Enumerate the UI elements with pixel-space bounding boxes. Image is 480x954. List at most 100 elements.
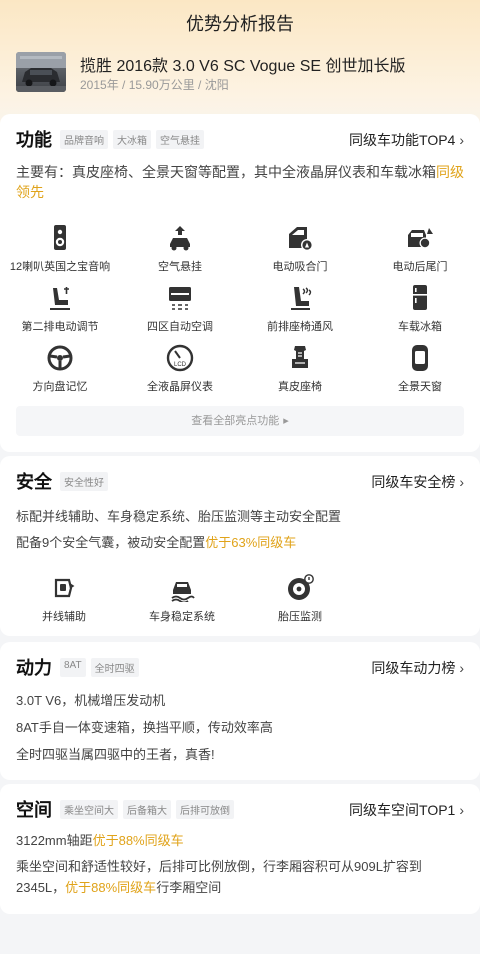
space-highlight: 优于88%同级车 [65, 880, 157, 895]
see-all-features-button[interactable]: 查看全部亮点功能 ▸ [16, 406, 464, 436]
feature-label: 并线辅助 [42, 611, 86, 623]
power-line: 3.0T V6，机械增压发动机 [16, 693, 166, 708]
feature-item[interactable]: 车身稳定系统 [122, 574, 242, 624]
feature-label: 全液晶屏仪表 [147, 381, 213, 393]
space-line-1: 3122mm轴距优于88%同级车 [16, 830, 464, 849]
see-all-label: 查看全部亮点功能 [191, 415, 280, 427]
feature-label: 空气悬挂 [158, 261, 202, 273]
feature-item[interactable]: 并线辅助 [4, 574, 124, 624]
rank-link-label: 同级车空间TOP1 [349, 802, 456, 818]
feature-label: 全景天窗 [398, 381, 442, 393]
safety-line-2: 配备9个安全气囊，被动安全配置优于63%同级车 [16, 532, 464, 551]
function-summary: 主要有：真皮座椅、全景天窗等配置，其中全液晶屏仪表和车载冰箱同级领先 [16, 162, 464, 202]
feature-item[interactable]: 电动吸合门 [240, 224, 360, 274]
feature-label: 12喇叭英国之宝音响 [9, 261, 111, 273]
space-line-text: 行李厢空间 [156, 880, 222, 895]
feature-item[interactable]: 车载冰箱 [360, 284, 480, 334]
chevron-right-icon: › [459, 802, 464, 818]
chevron-right-icon: › [459, 474, 464, 490]
summary-text: 主要有：真皮座椅、全景天窗等配置，其中全液晶屏仪表和车载冰箱 [16, 164, 436, 180]
car-header: 揽胜 2016款 3.0 V6 SC Vogue SE 创世加长版 2015年 … [16, 52, 466, 94]
function-rank-link[interactable]: 同级车功能TOP4 › [349, 130, 464, 150]
feature-label: 胎压监测 [278, 611, 322, 623]
section-title: 空间 [16, 800, 52, 820]
section-title: 功能 [16, 130, 52, 150]
feature-item[interactable]: 胎压监测 [240, 574, 360, 624]
feature-item[interactable]: 第二排电动调节 [0, 284, 120, 334]
feature-item[interactable]: 12喇叭英国之宝音响 [0, 224, 120, 274]
feature-label: 电动后尾门 [392, 261, 448, 273]
fridge-icon [413, 285, 427, 310]
power-rank-link[interactable]: 同级车动力榜 › [371, 658, 464, 678]
feature-item[interactable]: 前排座椅通风 [240, 284, 360, 334]
tag: 大冰箱 [113, 130, 151, 149]
panoramic-roof-icon [412, 345, 428, 371]
tag: 后排可放倒 [176, 800, 234, 819]
seat-ventilation-icon [291, 287, 312, 310]
safety-line-text: 配备9个安全气囊，被动安全配置 [16, 535, 206, 550]
air-suspension-icon [170, 226, 190, 251]
chevron-right-icon: › [459, 132, 464, 148]
tag: 8AT [60, 658, 86, 677]
space-line-2: 乘坐空间和舒适性较好，后排可比例放倒，行李厢容积可从909L扩容到 [16, 859, 422, 874]
leather-seat-icon [292, 346, 308, 368]
power-seat-icon [50, 287, 70, 310]
tag-list: 品牌音响 大冰箱 空气悬挂 [60, 130, 204, 149]
feature-item[interactable]: 方向盘记忆 [0, 344, 120, 394]
feature-item[interactable]: LCD 全液晶屏仪表 [120, 344, 240, 394]
section-title: 动力 [16, 658, 52, 678]
space-line-text: 2345L， [16, 880, 66, 895]
page-title: 优势分析报告 [186, 14, 294, 34]
power-card: 动力 8AT 全时四驱 同级车动力榜 › 3.0T V6，机械增压发动机 8AT手… [0, 642, 480, 780]
feature-label: 前排座椅通风 [267, 321, 333, 333]
safety-rank-link[interactable]: 同级车安全榜 › [371, 472, 464, 492]
stability-control-icon [171, 582, 195, 602]
feature-label: 第二排电动调节 [21, 321, 99, 333]
rank-link-label: 同级车动力榜 [371, 660, 456, 676]
caret-right-icon: ▸ [283, 415, 289, 427]
tag: 品牌音响 [60, 130, 108, 149]
chevron-right-icon: › [459, 660, 464, 676]
feature-label: 车身稳定系统 [149, 611, 215, 623]
space-highlight: 优于88%同级车 [92, 833, 184, 848]
tag: 全时四驱 [90, 658, 139, 677]
tag: 安全性好 [60, 472, 108, 491]
feature-item[interactable]: 四区自动空调 [120, 284, 240, 334]
feature-item[interactable]: 电动后尾门 [360, 224, 480, 274]
power-line: 全时四驱当属四驱中的王者，真香! [16, 747, 215, 762]
space-card-header: 空间 乘坐空间大 后备箱大 后排可放倒 同级车空间TOP1 › [16, 796, 464, 824]
svg-text:LCD: LCD [174, 362, 187, 368]
function-card-header: 功能 品牌音响 大冰箱 空气悬挂 同级车功能TOP4 › [16, 126, 464, 154]
safety-line-1: 标配并线辅助、车身稳定系统、胎压监测等主动安全配置 [16, 509, 342, 524]
lcd-gauge-icon: LCD [166, 344, 194, 372]
safety-card: 安全 安全性好 同级车安全榜 › 标配并线辅助、车身稳定系统、胎压监测等主动安全配… [0, 456, 480, 636]
space-rank-link[interactable]: 同级车空间TOP1 › [349, 800, 464, 820]
tag: 空气悬挂 [156, 130, 204, 149]
feature-item[interactable]: 空气悬挂 [120, 224, 240, 274]
rank-link-label: 同级车安全榜 [371, 474, 456, 490]
feature-label: 真皮座椅 [278, 381, 322, 393]
tag: 后备箱大 [123, 800, 171, 819]
car-thumbnail[interactable] [16, 52, 66, 92]
tag-list: 8AT 全时四驱 [60, 658, 139, 677]
safety-card-header: 安全 安全性好 同级车安全榜 › [16, 468, 464, 496]
space-line-text: 3122mm轴距 [16, 833, 93, 848]
safety-highlight: 优于63%同级车 [205, 535, 297, 550]
power-card-header: 动力 8AT 全时四驱 同级车动力榜 › [16, 654, 464, 682]
space-line-3: 2345L，优于88%同级车行李厢空间 [16, 877, 464, 896]
tag-list: 乘坐空间大 后备箱大 后排可放倒 [60, 800, 234, 819]
space-card: 空间 乘坐空间大 后备箱大 后排可放倒 同级车空间TOP1 › 3122mm轴距优… [0, 784, 480, 914]
tag: 乘坐空间大 [60, 800, 118, 819]
climate-control-icon [169, 287, 191, 310]
feature-label: 方向盘记忆 [32, 381, 88, 393]
feature-item[interactable]: 全景天窗 [360, 344, 480, 394]
section-title: 安全 [16, 472, 52, 492]
feature-item[interactable]: 真皮座椅 [240, 344, 360, 394]
lane-assist-icon [54, 578, 75, 598]
rank-link-label: 同级车功能TOP4 [349, 132, 456, 148]
feature-label: 车载冰箱 [398, 321, 442, 333]
function-card: 功能 品牌音响 大冰箱 空气悬挂 同级车功能TOP4 › 主要有：真皮座椅、全景天… [0, 114, 480, 452]
car-meta: 2015年 / 15.90万公里 / 沈阳 [80, 78, 229, 92]
tag-list: 安全性好 [60, 472, 108, 491]
speaker-icon [54, 225, 66, 250]
